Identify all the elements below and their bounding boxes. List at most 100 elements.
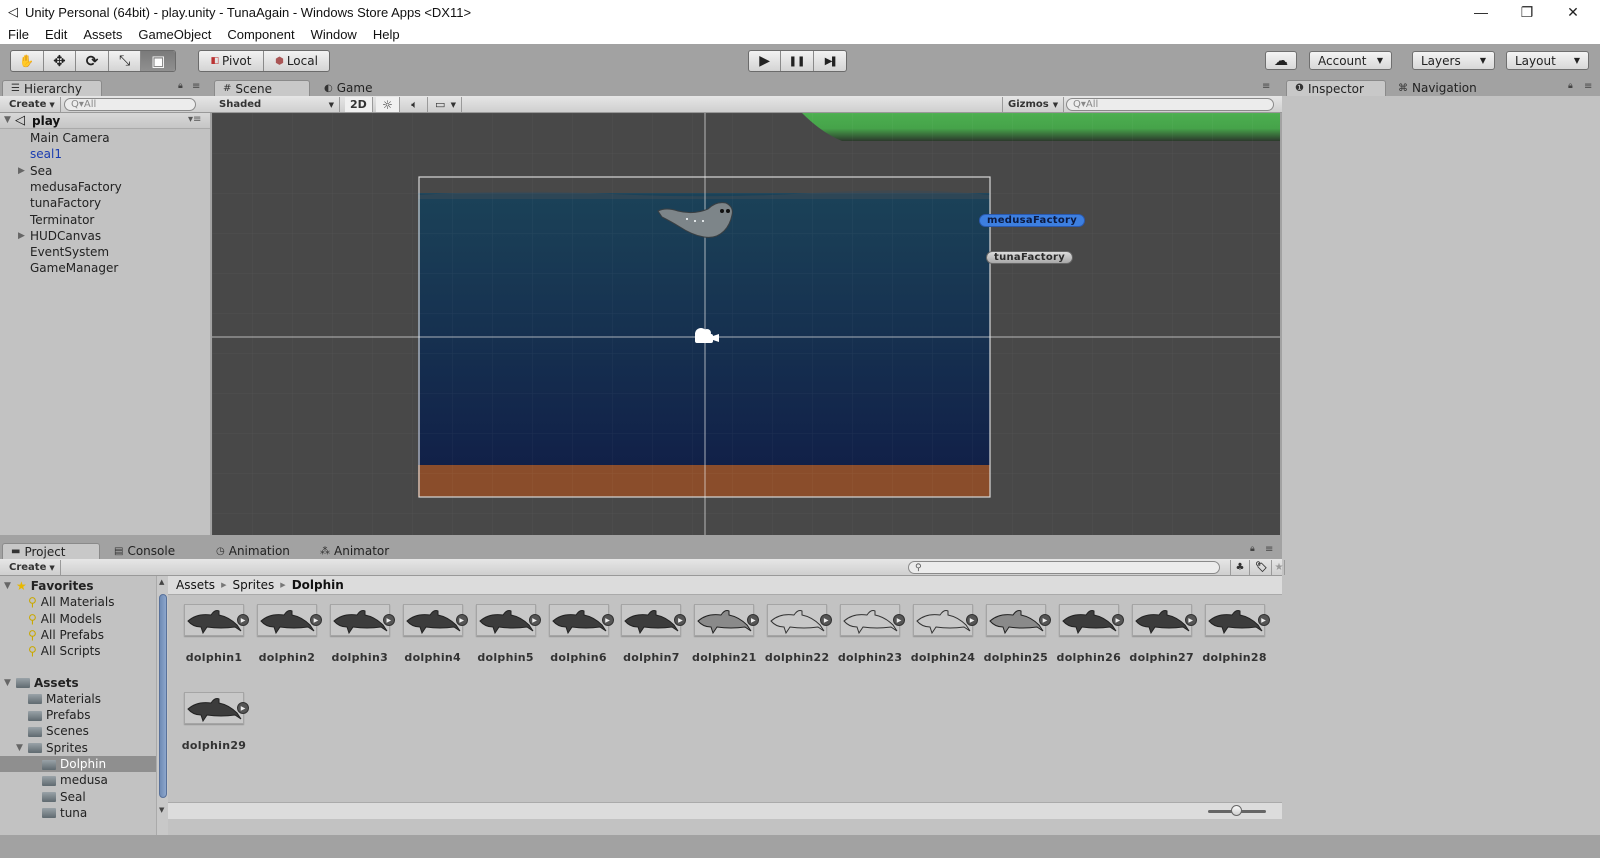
tab-console[interactable]: ▤ Console [106, 543, 206, 559]
expand-sprite-icon[interactable]: ▶ [601, 614, 614, 626]
hand-tool-button[interactable]: ✋ [11, 51, 44, 71]
rotate-tool-button[interactable]: ⟳ [76, 51, 109, 71]
project-tree-item[interactable]: ▼ Assets [0, 675, 156, 691]
tree-scrollbar[interactable]: ▲ ▼ [156, 576, 168, 835]
breadcrumb-assets[interactable]: Assets [176, 578, 215, 592]
lock-icon[interactable]: 🔒︎ [178, 81, 183, 91]
scene-menu-icon[interactable]: ▾≡ [188, 114, 201, 125]
expand-sprite-icon[interactable]: ▶ [893, 614, 906, 626]
menu-window[interactable]: Window [311, 27, 357, 42]
expand-sprite-icon[interactable]: ▶ [820, 614, 833, 626]
expand-triangle-icon[interactable]: ▶ [18, 166, 30, 176]
project-tree-item[interactable]: Seal [0, 789, 156, 805]
panel-menu-icon[interactable]: ≡ [192, 81, 200, 92]
pause-button[interactable]: ❚❚ [781, 51, 814, 71]
audio-toggle[interactable]: 🔈︎ [402, 97, 428, 112]
layers-dropdown[interactable]: Layers ▼ [1412, 51, 1495, 70]
project-tree-item[interactable]: Dolphin [0, 756, 156, 772]
asset-item[interactable]: ▶ dolphin24 [905, 604, 978, 676]
scroll-up-icon[interactable]: ▲ [159, 578, 164, 586]
filter-by-type-button[interactable]: ♣ [1230, 560, 1250, 575]
hierarchy-item[interactable]: ▶ Sea [18, 163, 52, 179]
local-button[interactable]: ⬢ Local [264, 51, 329, 71]
project-create-button[interactable]: Create ▼ [4, 560, 61, 575]
expand-sprite-icon[interactable]: ▶ [1111, 614, 1124, 626]
expand-sprite-icon[interactable]: ▶ [674, 614, 687, 626]
tab-scene[interactable]: # Scene [214, 80, 310, 96]
hierarchy-item[interactable]: Main Camera [18, 130, 110, 146]
hierarchy-item[interactable]: GameManager [18, 260, 118, 276]
asset-item[interactable]: ▶ dolphin3 [322, 604, 395, 676]
2d-toggle[interactable]: 2D [345, 97, 373, 112]
hierarchy-search-input[interactable]: Q▾All [64, 98, 196, 111]
expand-sprite-icon[interactable]: ▶ [966, 614, 978, 626]
lock-icon[interactable]: 🔒︎ [1250, 544, 1255, 554]
scrollbar-thumb[interactable] [159, 594, 167, 798]
hierarchy-item[interactable]: medusaFactory [18, 179, 122, 195]
tab-hierarchy[interactable]: ☰ Hierarchy [2, 80, 102, 96]
hierarchy-item[interactable]: Terminator [18, 212, 94, 228]
menu-component[interactable]: Component [227, 27, 294, 42]
asset-item[interactable]: ▶ dolphin1 [176, 604, 249, 676]
close-button[interactable]: ✕ [1550, 0, 1596, 24]
rect-tool-button[interactable]: ▣ [141, 51, 175, 71]
hierarchy-item[interactable]: seal1 [18, 146, 62, 162]
scene-header[interactable]: ▼ ◁ play ▾≡ [0, 113, 210, 129]
expand-sprite-icon[interactable]: ▶ [1257, 614, 1270, 626]
asset-item[interactable]: ▶ dolphin23 [832, 604, 906, 676]
tab-game[interactable]: ◐ Game [316, 80, 412, 96]
menu-edit[interactable]: Edit [45, 27, 67, 42]
layout-dropdown[interactable]: Layout ▼ [1506, 51, 1589, 70]
asset-item[interactable]: ▶ dolphin26 [1051, 604, 1124, 676]
expand-triangle-icon[interactable]: ▼ [4, 581, 16, 591]
panel-menu-icon[interactable]: ≡ [1262, 81, 1270, 92]
project-tree-item[interactable]: tuna [0, 805, 156, 821]
lighting-toggle[interactable]: ☼ [376, 97, 400, 112]
asset-item[interactable]: ▶ dolphin22 [759, 604, 833, 676]
expand-sprite-icon[interactable]: ▶ [1038, 614, 1051, 626]
lock-icon[interactable]: 🔒︎ [1568, 81, 1573, 91]
asset-item[interactable]: ▶ dolphin29 [176, 692, 249, 764]
expand-sprite-icon[interactable]: ▶ [747, 614, 760, 626]
panel-menu-icon[interactable]: ≡ [1265, 544, 1273, 555]
project-tree-item[interactable]: ⚲ All Scripts [0, 643, 156, 659]
menu-file[interactable]: File [8, 27, 29, 42]
project-tree-item[interactable]: Scenes [0, 723, 156, 739]
scene-viewport[interactable]: medusaFactory tunaFactory [212, 113, 1280, 535]
asset-item[interactable]: ▶ dolphin25 [978, 604, 1051, 676]
filter-by-label-button[interactable]: 🏷︎ [1252, 560, 1272, 575]
hierarchy-item[interactable]: tunaFactory [18, 195, 101, 211]
slider-knob[interactable] [1231, 805, 1242, 816]
project-tree-item[interactable]: ▼ ★ Favorites [0, 578, 156, 594]
asset-item[interactable]: ▶ dolphin5 [468, 604, 541, 676]
expand-sprite-icon[interactable]: ▶ [382, 614, 395, 626]
asset-item[interactable]: ▶ dolphin4 [395, 604, 468, 676]
asset-item[interactable]: ▶ dolphin7 [613, 604, 687, 676]
tab-inspector[interactable]: ❶ Inspector [1286, 80, 1386, 96]
asset-item[interactable]: ▶ dolphin2 [249, 604, 322, 676]
menu-help[interactable]: Help [373, 27, 400, 42]
step-button[interactable]: ▶❚ [814, 51, 846, 71]
hierarchy-create-button[interactable]: Create ▼ [4, 97, 61, 112]
asset-item[interactable]: ▶ dolphin21 [686, 604, 760, 676]
expand-sprite-icon[interactable]: ▶ [309, 614, 322, 626]
move-tool-button[interactable]: ✥ [44, 51, 77, 71]
expand-triangle-icon[interactable]: ▼ [4, 678, 16, 688]
effects-dropdown[interactable]: ▭ ▼ [430, 97, 462, 112]
tab-navigation[interactable]: ⌘ Navigation [1390, 80, 1500, 96]
panel-menu-icon[interactable]: ≡ [1584, 81, 1592, 92]
favorite-button[interactable]: ★ [1274, 560, 1285, 575]
asset-item[interactable]: ▶ dolphin27 [1124, 604, 1197, 676]
expand-triangle-icon[interactable]: ▼ [16, 743, 28, 753]
hierarchy-item[interactable]: EventSystem [18, 244, 109, 260]
project-search-input[interactable]: ⚲ [908, 561, 1220, 574]
tab-animator[interactable]: ⁂ Animator [312, 543, 412, 559]
pivot-button[interactable]: ◧ Pivot [199, 51, 264, 71]
expand-sprite-icon[interactable]: ▶ [1184, 614, 1197, 626]
expand-sprite-icon[interactable]: ▶ [455, 614, 468, 626]
scale-tool-button[interactable]: ⤡ [109, 51, 142, 71]
tab-animation[interactable]: ◷ Animation [208, 543, 308, 559]
expand-triangle-icon[interactable]: ▶ [18, 231, 30, 241]
asset-item[interactable]: ▶ dolphin6 [541, 604, 614, 676]
project-tree-item[interactable]: Prefabs [0, 707, 156, 723]
